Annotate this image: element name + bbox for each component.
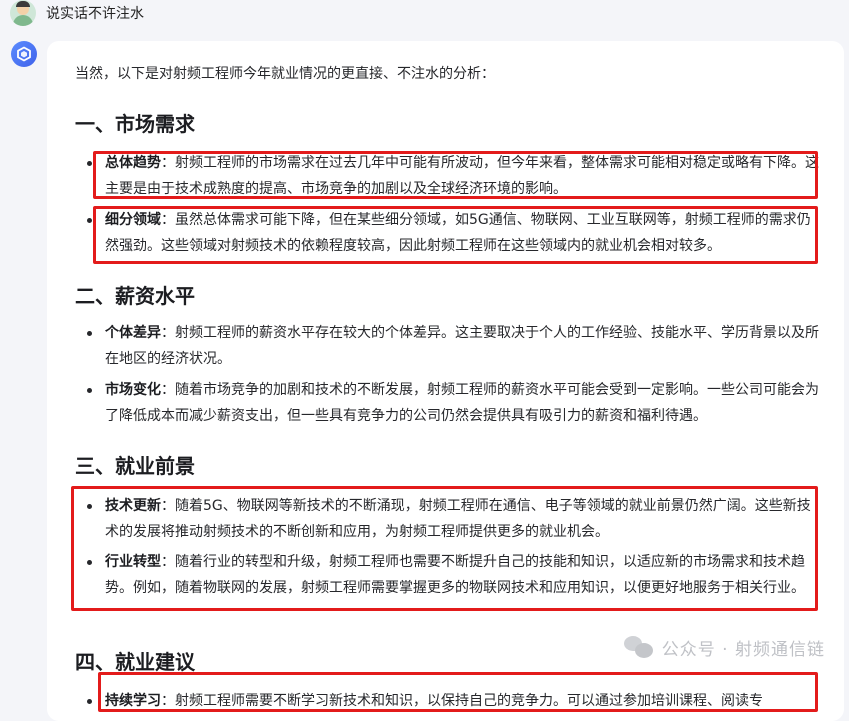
list-item: 总体趋势：射频工程师的市场需求在过去几年中可能有所波动，但今年来看，整体需求可能…	[87, 150, 819, 202]
wechat-icon	[623, 634, 654, 660]
list-item: 细分领域：虽然总体需求可能下降，但在某些细分领域，如5G通信、物联网、工业互联网…	[87, 207, 819, 259]
section-heading-salary: 二、薪资水平	[75, 284, 195, 308]
bullet-icon	[87, 388, 92, 393]
item-text: ：射频工程师的薪资水平存在较大的个体差异。这主要取决于个人的工作经验、技能水平、…	[105, 325, 819, 367]
item-text: ：随着市场竞争的加剧和技术的不断发展，射频工程师的薪资水平可能会受到一定影响。一…	[105, 382, 819, 424]
bullet-icon	[87, 331, 92, 336]
section-heading-prospects: 三、就业前景	[75, 454, 195, 478]
user-message-text: 说实话不许注水	[46, 6, 144, 22]
item-term: 技术更新	[105, 498, 161, 514]
item-term: 市场变化	[105, 382, 161, 398]
section-heading-advice: 四、就业建议	[75, 650, 195, 674]
watermark: 公众号 · 射频通信链	[623, 634, 825, 660]
section-heading-market-demand: 一、市场需求	[75, 112, 195, 136]
list-item: 个体差异：射频工程师的薪资水平存在较大的个体差异。这主要取决于个人的工作经验、技…	[87, 320, 819, 372]
bullet-icon	[87, 504, 92, 509]
item-text: ：射频工程师需要不断学习新技术和知识，以保持自己的竞争力。可以通过参加培训课程、…	[161, 693, 763, 709]
bullet-icon	[87, 699, 92, 704]
cube-logo-icon	[17, 46, 31, 62]
watermark-text: 公众号 · 射频通信链	[661, 639, 825, 660]
user-message-row: 说实话不许注水	[10, 0, 144, 26]
bot-avatar	[11, 41, 37, 67]
item-text: ：随着行业的转型和升级，射频工程师也需要不断提升自己的技能和知识，以适应新的市场…	[105, 554, 805, 596]
list-item: 行业转型：随着行业的转型和升级，射频工程师也需要不断提升自己的技能和知识，以适应…	[87, 549, 819, 601]
item-term: 个体差异	[105, 325, 161, 341]
item-term: 行业转型	[105, 554, 161, 570]
item-term: 总体趋势	[105, 155, 161, 171]
bullet-icon	[87, 560, 92, 565]
item-text: ：虽然总体需求可能下降，但在某些细分领域，如5G通信、物联网、工业互联网等，射频…	[105, 212, 811, 254]
list-item: 技术更新：随着5G、物联网等新技术的不断涌现，射频工程师在通信、电子等领域的就业…	[87, 493, 819, 545]
item-text: ：随着5G、物联网等新技术的不断涌现，射频工程师在通信、电子等领域的就业前景仍然…	[105, 498, 811, 540]
answer-card: 当然，以下是对射频工程师今年就业情况的更直接、不注水的分析： 一、市场需求 总体…	[47, 41, 844, 721]
user-avatar[interactable]	[10, 0, 36, 26]
list-item: 市场变化：随着市场竞争的加剧和技术的不断发展，射频工程师的薪资水平可能会受到一定…	[87, 377, 819, 429]
item-term: 持续学习	[105, 693, 161, 709]
item-text: ：射频工程师的市场需求在过去几年中可能有所波动，但今年来看，整体需求可能相对稳定…	[105, 155, 819, 197]
bullet-icon	[87, 161, 92, 166]
item-term: 细分领域	[105, 212, 161, 228]
bullet-icon	[87, 218, 92, 223]
list-item: 持续学习：射频工程师需要不断学习新技术和知识，以保持自己的竞争力。可以通过参加培…	[87, 688, 819, 714]
answer-intro: 当然，以下是对射频工程师今年就业情况的更直接、不注水的分析：	[75, 66, 495, 82]
